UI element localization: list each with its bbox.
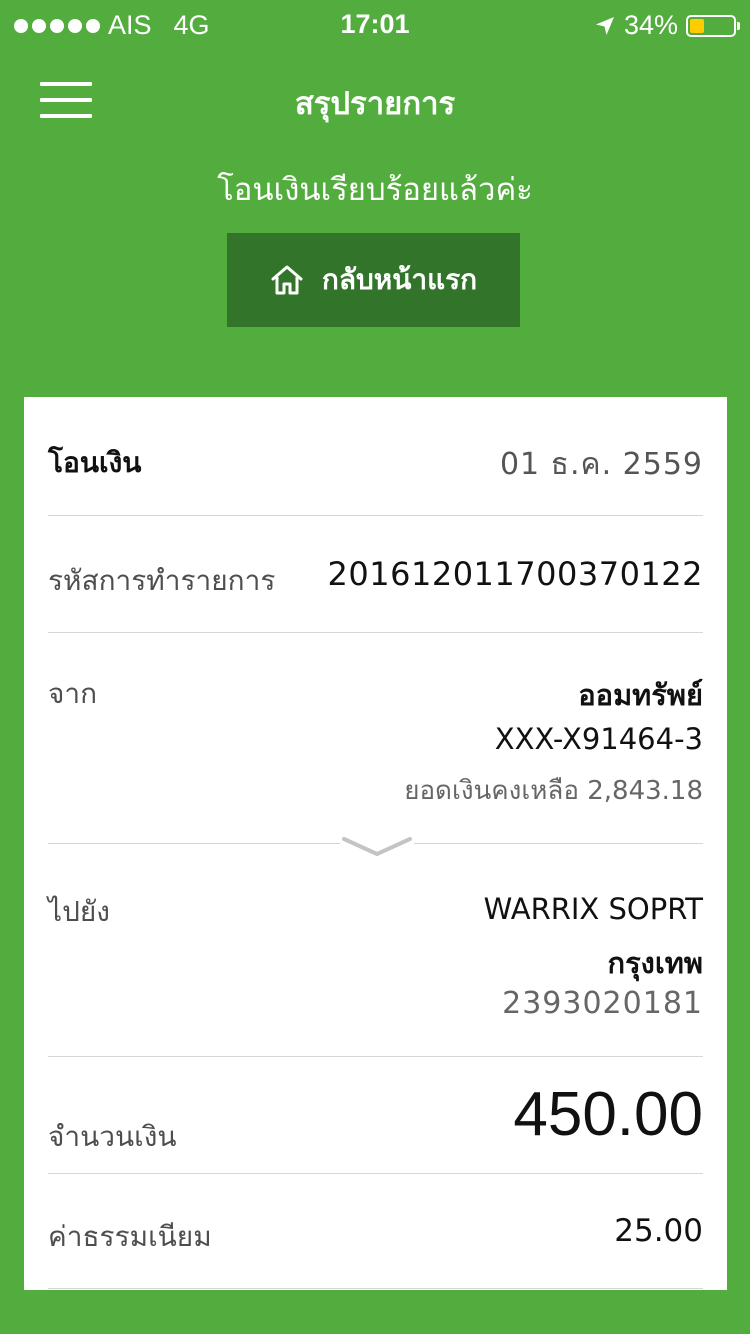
recipient-name: WARRIX SOPRT <box>483 892 703 926</box>
amount-label: จำนวนเงิน <box>48 1120 177 1153</box>
home-button-label: กลับหน้าแรก <box>321 263 478 296</box>
amount-row: จำนวนเงิน 450.00 <box>48 1077 703 1167</box>
fee-row: ค่าธรรมเนียม 25.00 <box>48 1213 703 1257</box>
divider <box>48 1288 703 1289</box>
reference-number: 201612011700370122 <box>327 555 703 593</box>
from-account-number: XXX-X91464-3 <box>494 722 703 756</box>
divider <box>48 1173 703 1174</box>
transaction-date: 01 ธ.ค. 2559 <box>499 447 703 482</box>
transaction-type: โอนเงิน <box>48 446 142 479</box>
chevron-down-icon <box>340 831 414 859</box>
status-bar: AIS 4G 17:01 34% <box>0 0 750 52</box>
amount-value: 450.00 <box>513 1080 703 1149</box>
page-title: สรุปรายการ <box>294 86 456 122</box>
divider <box>48 1056 703 1057</box>
transaction-summary-card: โอนเงิน 01 ธ.ค. 2559 รหัสการทำรายการ 201… <box>24 397 727 1290</box>
to-label: ไปยัง <box>48 895 110 928</box>
home-icon <box>270 264 304 296</box>
divider <box>48 515 703 516</box>
to-account-section: ไปยัง WARRIX SOPRT กรุงเทพ 2393020181 <box>48 890 703 1030</box>
home-button[interactable]: กลับหน้าแรก <box>227 233 520 327</box>
success-message: โอนเงินเรียบร้อยแล้วค่ะ <box>217 172 533 208</box>
reference-label: รหัสการทำรายการ <box>48 564 276 597</box>
battery-icon <box>686 14 740 37</box>
location-arrow-icon <box>594 15 616 37</box>
battery-percent: 34% <box>623 10 678 40</box>
fee-value: 25.00 <box>614 1213 703 1249</box>
battery-level-fill <box>690 18 704 33</box>
from-account-type: ออมทรัพย์ <box>578 678 703 712</box>
divider <box>48 632 703 633</box>
from-balance: ยอดเงินคงเหลือ 2,843.18 <box>404 776 703 806</box>
recipient-bank: กรุงเทพ <box>607 946 703 980</box>
recipient-account-number: 2393020181 <box>502 986 703 1021</box>
from-label: จาก <box>48 677 98 710</box>
status-right: 34% <box>594 10 740 41</box>
reference-row: รหัสการทำรายการ 201612011700370122 <box>48 555 703 599</box>
fee-label: ค่าธรรมเนียม <box>48 1220 212 1253</box>
from-account-section: จาก ออมทรัพย์ XXX-X91464-3 ยอดเงินคงเหลื… <box>48 672 703 812</box>
transaction-type-row: โอนเงิน 01 ธ.ค. 2559 <box>48 441 703 482</box>
